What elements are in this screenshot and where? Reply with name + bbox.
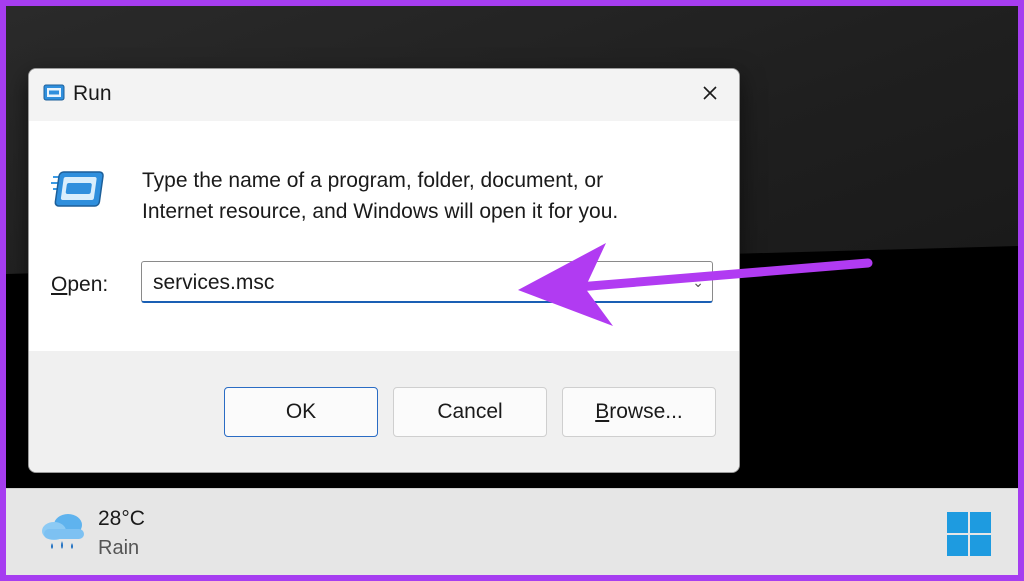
open-label: Open: [51,273,108,297]
chevron-down-icon[interactable]: ⌄ [692,274,704,291]
close-icon [702,85,718,106]
dialog-footer: OK Cancel Browse... [29,351,739,472]
weather-condition[interactable]: Rain [98,537,139,560]
weather-temperature[interactable]: 28°C [98,507,145,531]
cancel-button-label: Cancel [437,400,503,423]
dialog-title: Run [73,82,112,105]
description-line: Internet resource, and Windows will open… [142,200,619,223]
browse-button[interactable]: Browse... [562,387,716,437]
run-dialog: Run Type the name of a program, folder, … [28,68,740,473]
browse-accelerator: B [595,400,610,423]
cloud-rain-icon[interactable] [38,511,90,560]
ok-button-label: OK [285,400,317,423]
open-input-value: services.msc [153,271,275,294]
open-label-text: pen: [67,273,109,296]
windows-logo-icon[interactable] [946,511,992,557]
open-input[interactable]: services.msc ⌄ [141,261,713,303]
ok-button[interactable]: OK [224,387,378,437]
taskbar: 28°C Rain [6,488,1018,575]
dialog-description: Type the name of a program, folder, docu… [142,165,702,227]
open-label-accelerator: O [51,273,68,296]
close-button[interactable] [681,69,739,121]
browse-button-label: Browse... [595,400,683,424]
screenshot-frame: Run Type the name of a program, folder, … [6,6,1018,575]
description-line: Type the name of a program, folder, docu… [142,169,604,192]
browse-label-text: rowse... [609,400,683,423]
run-app-icon [51,169,107,216]
titlebar: Run [29,69,739,121]
cancel-button[interactable]: Cancel [393,387,547,437]
dialog-body: Type the name of a program, folder, docu… [29,121,739,351]
run-app-icon [43,84,65,107]
